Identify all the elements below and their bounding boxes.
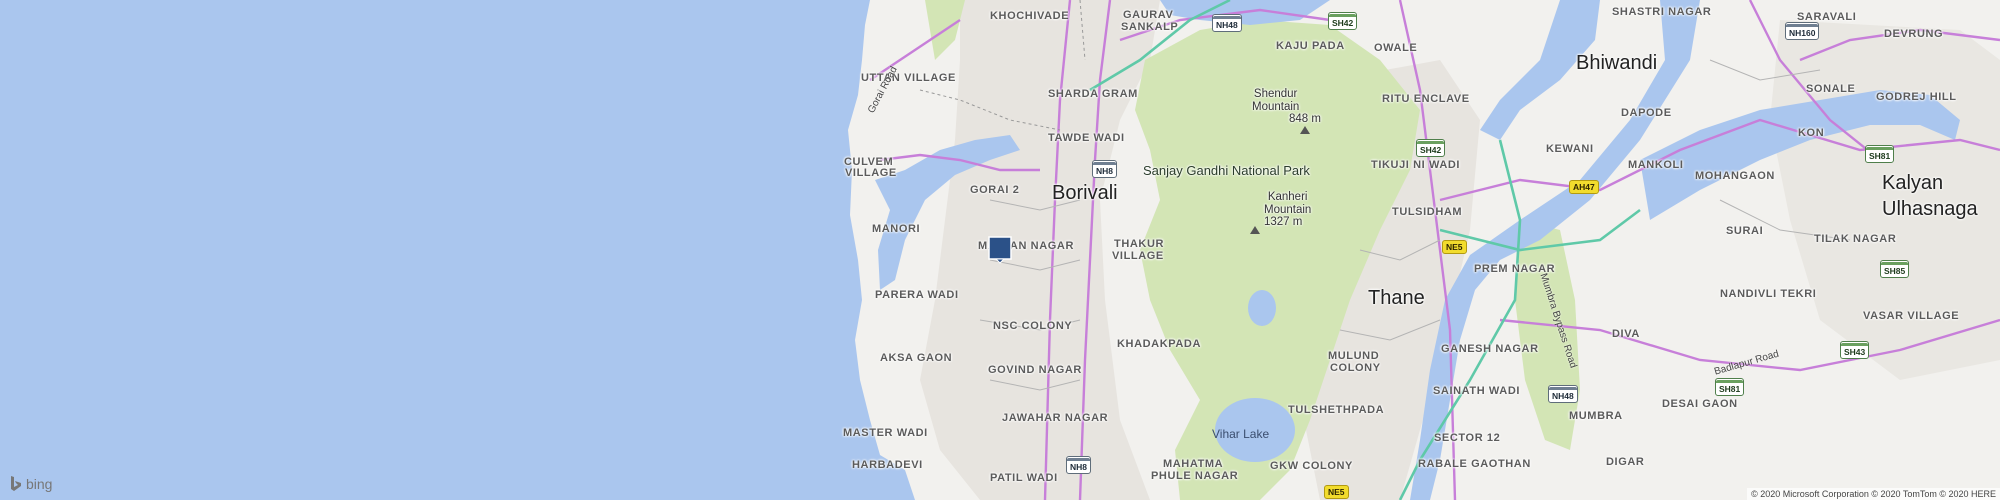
- area-label: RITU ENCLAVE: [1382, 93, 1470, 105]
- area-label: KON: [1798, 127, 1825, 139]
- area-label: SHARDA GRAM: [1048, 88, 1138, 100]
- area-label: UTTAN VILLAGE: [861, 72, 956, 84]
- area-label: NSC COLONY: [993, 320, 1073, 332]
- area-label: AKSA GAON: [880, 352, 953, 364]
- map-canvas[interactable]: Borivali Thane Bhiwandi Kalyan Ulhasnaga…: [0, 0, 2000, 500]
- park-label: Sanjay Gandhi National Park: [1143, 163, 1310, 178]
- area-label: VASAR VILLAGE: [1863, 310, 1960, 322]
- area-label: KAJU PADA: [1276, 40, 1345, 52]
- area-label: SAINATH WADI: [1433, 385, 1521, 397]
- area-label: GOVIND NAGAR: [988, 364, 1082, 376]
- city-label-kalyan: Kalyan: [1882, 172, 1944, 194]
- area-label: RABALE GAOTHAN: [1418, 458, 1531, 470]
- peak-label-kanheri: Kanheri Mountain: [1264, 191, 1312, 216]
- route-shield: NH160: [1785, 22, 1820, 40]
- area-label: MASTER WADI: [843, 427, 928, 439]
- area-label: MANKOLI: [1628, 159, 1684, 171]
- area-label: PATIL WADI: [990, 472, 1058, 484]
- area-label: THAKUR: [1114, 238, 1165, 250]
- route-shield: AH47: [1569, 180, 1599, 194]
- route-shield: SH85: [1880, 260, 1910, 278]
- city-label-thane: Thane: [1368, 287, 1425, 309]
- area-label: GAURAV: [1123, 9, 1174, 21]
- area-label: DEVRUNG: [1884, 28, 1944, 40]
- route-shield: NE5: [1442, 240, 1467, 254]
- area-label: SHASTRI NAGAR: [1612, 6, 1712, 18]
- area-label: GKW COLONY: [1270, 460, 1353, 472]
- area-label: SURAI: [1726, 225, 1764, 237]
- city-label-ulhasnagar: Ulhasnaga: [1882, 198, 1978, 220]
- area-label: DIGAR: [1606, 456, 1645, 468]
- area-label: TULSIDHAM: [1392, 206, 1463, 218]
- route-shield: SH43: [1840, 341, 1870, 359]
- area-label: KHOCHIVADE: [990, 10, 1070, 22]
- route-shield: NH48: [1212, 14, 1242, 32]
- area-label: NANDIVLI TEKRI: [1720, 288, 1817, 300]
- peak-elevation-shendur: 848 m: [1289, 113, 1321, 125]
- lake-label-vihar: Vihar Lake: [1212, 427, 1270, 441]
- area-label: MANORI: [872, 223, 921, 235]
- area-label: COLONY: [1330, 362, 1381, 374]
- area-label: GORAI 2: [970, 184, 1020, 196]
- area-label: KHADAKPADA: [1117, 338, 1202, 350]
- bing-logo-icon: [11, 476, 21, 491]
- route-shield: SH42: [1416, 139, 1446, 157]
- route-shield: SH81: [1715, 378, 1745, 396]
- area-label: VILLAGE: [845, 167, 897, 179]
- area-label: DAPODE: [1621, 107, 1672, 119]
- area-label: OWALE: [1374, 42, 1418, 54]
- city-label-borivali: Borivali: [1052, 182, 1118, 204]
- city-label-bhiwandi: Bhiwandi: [1576, 52, 1658, 74]
- area-label: TILAK NAGAR: [1814, 233, 1897, 245]
- area-label: SANKALP: [1121, 21, 1179, 33]
- route-shield: NH8: [1092, 160, 1118, 178]
- bing-logo[interactable]: bing: [10, 476, 52, 492]
- area-label: PHULE NAGAR: [1151, 470, 1239, 482]
- bing-logo-text: bing: [26, 476, 53, 492]
- route-shield: NE5: [1324, 485, 1349, 499]
- area-label: SONALE: [1806, 83, 1856, 95]
- area-label: DIVA: [1612, 328, 1640, 340]
- map-attribution[interactable]: © 2020 Microsoft Corporation © 2020 TomT…: [1747, 488, 2000, 500]
- area-label: HARBADEVI: [852, 459, 923, 471]
- area-label: TIKUJI NI WADI: [1371, 159, 1461, 171]
- area-label: KEWANI: [1546, 143, 1594, 155]
- route-shield: SH81: [1865, 145, 1895, 163]
- area-label: GODREJ HILL: [1876, 91, 1957, 103]
- route-shield: NH48: [1548, 385, 1578, 403]
- tulsi-lake: [1248, 290, 1276, 326]
- area-label: MAHATMA: [1163, 458, 1224, 470]
- area-label: SECTOR 12: [1434, 432, 1501, 444]
- area-label: PARERA WADI: [875, 289, 959, 301]
- route-shield: SH42: [1328, 12, 1358, 30]
- peak-label-shendur: Shendur Mountain: [1252, 88, 1300, 113]
- area-label: TULSHETHPADA: [1288, 404, 1385, 416]
- area-label: DESAI GAON: [1662, 398, 1738, 410]
- peak-marker-shendur: [1300, 126, 1310, 134]
- area-label: MOHANGAON: [1695, 170, 1775, 182]
- area-label: MULUND: [1328, 350, 1380, 362]
- peak-elevation-kanheri: 1327 m: [1264, 216, 1303, 228]
- location-pin-icon[interactable]: [988, 236, 1012, 264]
- area-label: GANESH NAGAR: [1441, 343, 1539, 355]
- area-label: TAWDE WADI: [1048, 132, 1125, 144]
- area-label: VILLAGE: [1112, 250, 1164, 262]
- peak-marker-kanheri: [1250, 226, 1260, 234]
- route-shield: NH8: [1066, 456, 1092, 474]
- area-label: MUMBRA: [1569, 410, 1623, 422]
- area-label: JAWAHAR NAGAR: [1002, 412, 1109, 424]
